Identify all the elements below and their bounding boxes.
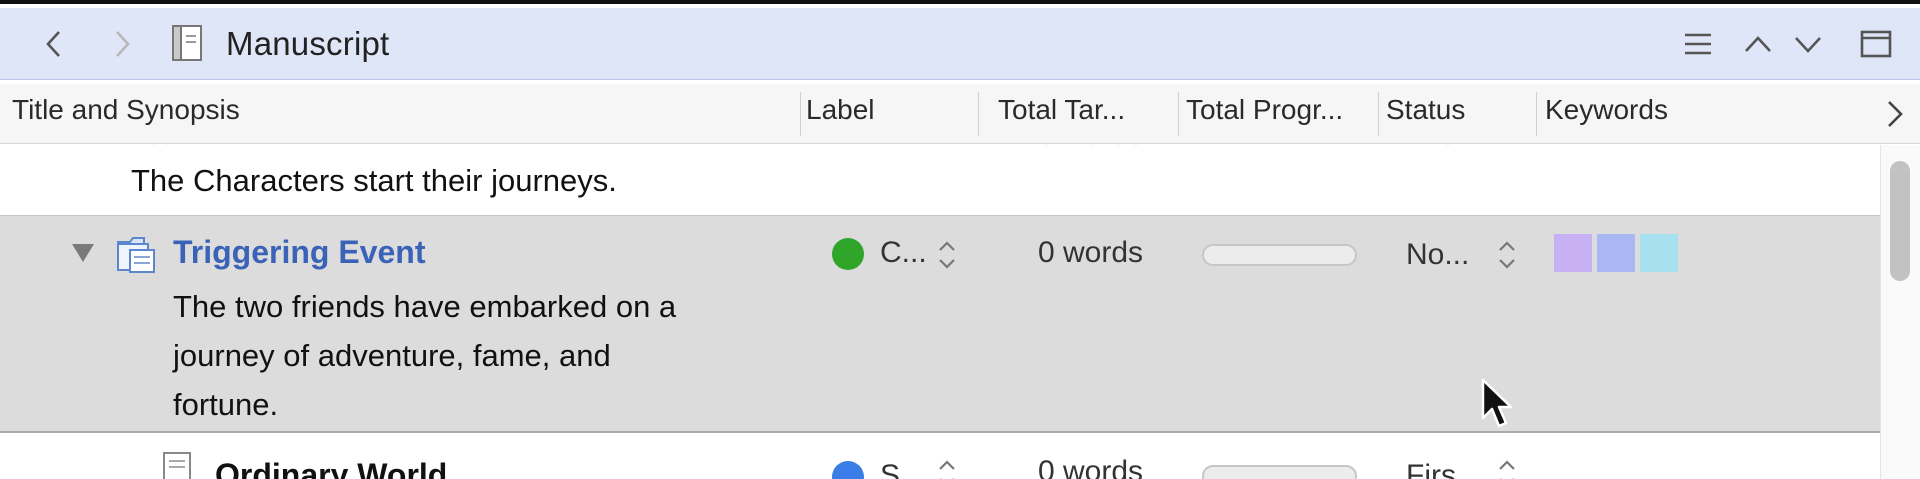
row-label-ghost: A... [880, 145, 925, 153]
row-status-ghost: Firs... [1405, 145, 1480, 153]
synopsis-line: journey of adventure, fame, and [173, 338, 611, 373]
row-title[interactable]: Ordinary World [215, 457, 447, 479]
column-divider[interactable] [800, 92, 801, 136]
column-title-synopsis[interactable]: Title and Synopsis [12, 94, 792, 126]
document-icon [172, 25, 202, 61]
column-status[interactable]: Status [1386, 94, 1536, 126]
outline-row-selected[interactable]: Triggering Event The two friends have em… [0, 215, 1880, 433]
outline-row-act[interactable]: Act I A... 0 words Firs... The Character… [0, 145, 1880, 215]
forward-icon [116, 31, 130, 57]
document-icon [163, 452, 191, 479]
column-total-progress[interactable]: Total Progr... [1186, 94, 1382, 126]
back-button[interactable] [34, 22, 74, 66]
column-total-target[interactable]: Total Tar... [998, 94, 1178, 126]
next-item-button[interactable] [1790, 26, 1826, 62]
status-value[interactable]: Firs [1406, 459, 1456, 479]
label-color-dot [832, 461, 864, 479]
label-stepper-icon[interactable] [936, 457, 958, 479]
outliner-window: Manuscript Title and Synopsis Label Tota [0, 0, 1920, 479]
keyword-swatch [1554, 234, 1592, 272]
navigation-header: Manuscript [0, 8, 1920, 80]
maximize-icon [1860, 30, 1892, 58]
column-divider[interactable] [1378, 92, 1379, 136]
progress-bar [1202, 244, 1357, 266]
scroll-columns-right-icon[interactable] [1880, 96, 1910, 132]
column-divider[interactable] [1178, 92, 1179, 136]
outline-rows: Act I A... 0 words Firs... The Character… [0, 145, 1880, 479]
maximize-button[interactable] [1858, 26, 1894, 62]
column-divider[interactable] [978, 92, 979, 136]
forward-button[interactable] [102, 22, 142, 66]
label-color-dot [832, 238, 864, 270]
previous-item-button[interactable] [1740, 26, 1776, 62]
total-target-value: 0 words [1038, 455, 1144, 479]
chevron-down-icon [1795, 37, 1821, 53]
header-title: Manuscript [226, 25, 390, 62]
row-words-ghost: 0 words [1038, 145, 1143, 153]
column-divider[interactable] [1536, 92, 1537, 136]
disclosure-triangle-icon[interactable] [70, 242, 96, 264]
outline-row-ordinary-world[interactable]: Ordinary World S 0 words Firs [0, 433, 1880, 479]
status-stepper-icon[interactable] [1496, 238, 1518, 272]
mouse-cursor-icon [1481, 378, 1513, 428]
synopsis-line: fortune. [173, 387, 279, 422]
label-stepper-icon[interactable] [936, 238, 958, 272]
folder-icon [117, 237, 155, 273]
list-menu-icon [1685, 33, 1711, 55]
status-stepper-icon[interactable] [1496, 457, 1518, 479]
row-title-ghost: Act I [126, 145, 186, 153]
label-value[interactable]: C... [880, 236, 927, 270]
keyword-swatch [1640, 234, 1678, 272]
status-value[interactable]: No... [1406, 238, 1469, 272]
chevron-up-icon [1745, 36, 1771, 52]
list-menu-button[interactable] [1680, 26, 1716, 62]
keyword-swatch [1597, 234, 1635, 272]
total-target-value: 0 words [1038, 236, 1144, 269]
progress-bar [1202, 465, 1357, 479]
label-value[interactable]: S [880, 459, 900, 479]
synopsis-line: The two friends have embarked on a [173, 289, 677, 324]
column-label[interactable]: Label [806, 94, 976, 126]
column-keywords[interactable]: Keywords [1545, 94, 1680, 126]
vertical-scrollbar[interactable] [1880, 145, 1920, 479]
back-icon [46, 31, 60, 57]
row-synopsis: The two friends have embarked on a journ… [173, 282, 676, 429]
column-header-row: Title and Synopsis Label Total Tar... To… [0, 84, 1920, 144]
scrollbar-thumb[interactable] [1890, 161, 1910, 281]
row-synopsis: The Characters start their journeys. [131, 163, 617, 198]
row-title[interactable]: Triggering Event [173, 234, 425, 271]
